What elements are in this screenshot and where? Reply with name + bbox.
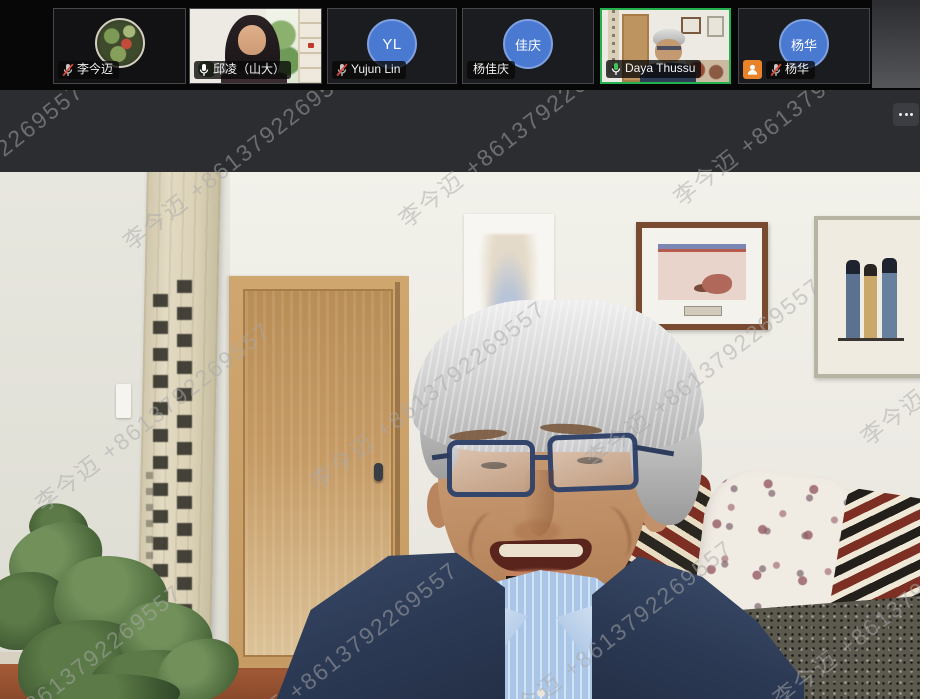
framed-egyptian-print: [814, 216, 920, 378]
participant-name: 杨佳庆: [473, 63, 509, 77]
microphone-muted-icon: [336, 63, 348, 77]
framed-horse-painting: [636, 222, 768, 330]
person-face: [238, 25, 266, 55]
participant-tile-yang-hua[interactable]: 杨华 杨华: [738, 8, 870, 84]
painting-art: [658, 244, 746, 300]
frame-plaque: [684, 306, 722, 316]
microphone-active-icon: [610, 62, 622, 76]
page-right-margin: [920, 0, 930, 699]
door-knob: [374, 463, 383, 481]
participant-name: 邱凌（山大）: [213, 63, 285, 77]
speaker-glasses-lens: [447, 440, 535, 497]
stage-letterbox-bar: [0, 90, 920, 172]
person-badge-icon: [743, 60, 762, 79]
figure: [864, 264, 877, 338]
participant-tile-qiu-ling[interactable]: 邱凌（山大）: [189, 8, 322, 84]
participant-tile-li-jinmai[interactable]: 李今迈: [53, 8, 186, 84]
participant-name-badge: 李今迈: [58, 61, 119, 79]
participant-name-badge: Daya Thussu: [606, 60, 701, 78]
figure: [846, 260, 860, 338]
figure: [882, 258, 897, 338]
person-glasses: [657, 46, 681, 50]
speaker-glasses-bridge: [531, 455, 551, 460]
microphone-muted-icon: [770, 63, 782, 77]
participant-name: 杨华: [785, 63, 809, 77]
participant-name-badge: Yujun Lin: [332, 61, 406, 79]
participant-name-badge: 邱凌（山大）: [194, 61, 291, 79]
calligraphy-column: [177, 280, 192, 638]
ellipsis-icon: [899, 113, 902, 116]
wall-picture-mini: [707, 16, 724, 37]
shelf-object: [308, 43, 314, 48]
participant-filmstrip: 李今迈 邱凌（山大） YL Yujun Lin: [0, 0, 920, 90]
shirt-button: [537, 689, 545, 697]
baseline: [838, 338, 904, 341]
meeting-window: 李今迈 邱凌（山大） YL Yujun Lin: [0, 0, 930, 699]
wall-picture-mini: [681, 17, 701, 34]
main-speaker-video: [0, 172, 920, 699]
horse-figure: [702, 274, 732, 294]
participant-name: Yujun Lin: [351, 63, 400, 77]
speaker-teeth: [499, 544, 583, 557]
participant-tile-daya-thussu[interactable]: Daya Thussu: [600, 8, 731, 84]
light-switch: [116, 384, 131, 418]
participant-tile-yujun-lin[interactable]: YL Yujun Lin: [327, 8, 457, 84]
filmstrip-end-panel: [872, 0, 920, 88]
speaker-glasses-lens: [547, 432, 639, 492]
participant-tile-yang-jiaqing[interactable]: 佳庆 杨佳庆: [462, 8, 594, 84]
participant-name: 李今迈: [77, 63, 113, 77]
microphone-on-icon: [198, 63, 210, 77]
participant-name: Daya Thussu: [625, 62, 695, 76]
microphone-muted-icon: [62, 63, 74, 77]
participant-name-badge: 杨华: [766, 61, 815, 79]
more-options-button[interactable]: [893, 103, 919, 126]
participant-name-badge: 杨佳庆: [467, 61, 515, 79]
